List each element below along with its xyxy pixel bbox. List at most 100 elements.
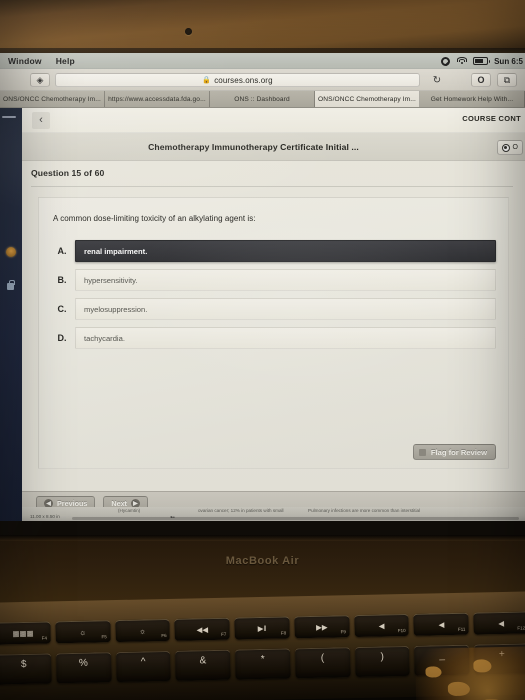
answer-option-c[interactable]: C. myelosuppression. — [49, 298, 496, 320]
laptop-screen: Window Help Sun 6:5 ◈ 🔒 courses.ons.org … — [0, 53, 525, 521]
answer-option-a-text: renal impairment. — [75, 240, 496, 262]
horizontal-scrollbar[interactable] — [72, 517, 519, 520]
browser-tab-4-active[interactable]: ONS/ONCC Chemotherapy Im... — [315, 91, 420, 107]
key-f12-label: F12 — [517, 625, 525, 631]
browser-tab-strip: ONS/ONCC Chemotherapy Im... https://www.… — [0, 91, 525, 108]
bg-text-fragment-3: Pulmonary infections are more common tha… — [308, 508, 421, 513]
lock-icon: 🔒 — [202, 77, 212, 84]
keyboard-number-row: $ % ^ & * ( ) _ + — [0, 643, 525, 685]
key-f12[interactable]: ◀ F12 — [473, 611, 525, 635]
flag-for-review-label: Flag for Review — [430, 447, 487, 457]
key-f4[interactable]: ▦▦▦ F4 — [0, 621, 51, 645]
volume-up-icon: ◀ — [498, 618, 505, 628]
browser-toolbar: ◈ 🔒 courses.ons.org ↻ O ⧉ — [0, 69, 525, 91]
laptop-photo: Window Help Sun 6:5 ◈ 🔒 courses.ons.org … — [0, 0, 525, 700]
laptop-hinge — [0, 535, 525, 541]
share-icon[interactable]: ⧉ — [497, 73, 517, 87]
laptop-bezel — [0, 0, 525, 53]
browser-tab-2[interactable]: https://www.accessdata.fda.go... — [105, 91, 210, 107]
radio-selected-icon — [501, 143, 510, 152]
toolbar-button-o[interactable]: O — [471, 73, 491, 87]
exam-options-pill[interactable]: O — [496, 140, 523, 155]
key-f6[interactable]: ☼ F6 — [114, 618, 171, 643]
fast-forward-icon: ▶▶ — [315, 622, 328, 632]
answer-options: A. renal impairment. B. hypersensitivity… — [49, 240, 496, 356]
answer-option-c-letter: C. — [57, 304, 67, 314]
quicktime-icon[interactable] — [441, 56, 451, 66]
browser-tab-3-label: ONS :: Dashboard — [234, 95, 290, 103]
course-content-label[interactable]: COURSE CONT — [462, 114, 521, 123]
key-f11-label: F11 — [457, 626, 466, 632]
key-paren-close[interactable]: ) — [354, 645, 411, 678]
key-f4-label: F4 — [41, 635, 48, 641]
wifi-icon[interactable] — [456, 56, 467, 66]
mute-icon: ◀ — [378, 621, 385, 631]
rewind-icon: ◀◀ — [196, 624, 209, 635]
key-dollar[interactable]: $ — [0, 653, 52, 685]
lms-sidebar — [0, 108, 22, 521]
key-percent[interactable]: % — [55, 652, 112, 684]
chevron-left-icon[interactable]: ‹ — [32, 111, 50, 129]
browser-tab-5[interactable]: Get Homework Help With... — [420, 91, 525, 107]
collapse-icon[interactable] — [2, 116, 16, 118]
key-f10[interactable]: ◀ F10 — [354, 613, 410, 638]
address-bar[interactable]: 🔒 courses.ons.org — [55, 73, 420, 87]
menu-item-help[interactable]: Help — [56, 56, 75, 66]
key-f8[interactable]: ▶‖ F8 — [234, 616, 290, 640]
answer-option-a[interactable]: A. renal impairment. — [49, 240, 496, 262]
answer-option-b[interactable]: B. hypersensitivity. — [49, 269, 496, 291]
exam-options-label: O — [512, 144, 518, 151]
keyboard: ▦▦▦ F4 ☼ F5 ☼ F6 ◀◀ F7 ▶‖ F8 ▶▶ F9 ◀ F10… — [0, 591, 525, 700]
answer-option-a-letter: A. — [57, 246, 67, 256]
launchpad-grid-icon: ▦▦▦ — [12, 628, 34, 638]
laptop-base: MacBook Air ▦▦▦ F4 ☼ F5 ☼ F6 ◀◀ F7 ▶‖ F8… — [0, 535, 525, 700]
answer-option-b-letter: B. — [57, 275, 67, 285]
camera-dot-icon — [185, 28, 192, 35]
question-counter: Question 15 of 60 — [31, 168, 105, 178]
bg-zoom-label: 11.00 x 8.50 in — [30, 514, 60, 519]
menubar-clock[interactable]: Sun 6:5 — [494, 57, 523, 66]
key-ampersand[interactable]: & — [175, 649, 231, 681]
key-f9-label: F9 — [340, 629, 346, 635]
browser-tab-1[interactable]: ONS/ONCC Chemotherapy Im... — [0, 91, 105, 107]
key-underscore[interactable]: _ — [414, 644, 470, 676]
browser-tab-4-label: ONS/ONCC Chemotherapy Im... — [318, 95, 416, 103]
reload-icon[interactable]: ↻ — [427, 73, 447, 87]
bg-text-fragment-1: (Hycamtin) — [118, 508, 141, 513]
sidebar-item-badge[interactable] — [5, 246, 16, 257]
key-f7-label: F7 — [221, 631, 227, 637]
key-f5[interactable]: ☼ F5 — [55, 620, 111, 644]
flag-icon — [418, 448, 426, 456]
question-area: Question 15 of 60 A common dose-limiting… — [22, 161, 525, 521]
bg-text-fragment-2: ovarian cancer; 12% in patients with sma… — [198, 508, 284, 513]
key-caret[interactable]: ^ — [115, 650, 172, 683]
mouse-cursor-icon: ➳ — [170, 515, 176, 521]
key-asterisk[interactable]: * — [235, 648, 291, 680]
question-card: A common dose-limiting toxicity of an al… — [38, 197, 509, 469]
lms-top-nav: ‹ COURSE CONT — [22, 108, 525, 133]
menu-item-window[interactable]: Window — [8, 56, 42, 66]
flag-for-review-button[interactable]: Flag for Review — [412, 444, 496, 460]
background-pdf-window[interactable]: (Hycamtin) ovarian cancer; 12% in patien… — [22, 507, 525, 521]
exam-title: Chemotherapy Immunotherapy Certificate I… — [148, 141, 359, 152]
question-stem: A common dose-limiting toxicity of an al… — [53, 214, 256, 223]
answer-option-d[interactable]: D. tachycardia. — [49, 327, 496, 349]
key-f7[interactable]: ◀◀ F7 — [174, 617, 230, 641]
answer-option-b-text: hypersensitivity. — [75, 269, 496, 291]
key-f5-label: F5 — [101, 634, 107, 640]
back-icon[interactable]: ◈ — [30, 73, 50, 87]
answer-option-c-text: myelosuppression. — [75, 298, 496, 320]
battery-icon[interactable] — [473, 57, 491, 65]
play-pause-icon: ▶‖ — [257, 623, 267, 633]
browser-tab-2-label: https://www.accessdata.fda.go... — [108, 95, 206, 103]
keyboard-brightness-up-icon: ☼ — [139, 626, 147, 636]
mac-menu-bar: Window Help Sun 6:5 — [0, 53, 525, 69]
key-f11[interactable]: ◀ F11 — [413, 612, 470, 636]
browser-tab-3[interactable]: ONS :: Dashboard — [210, 91, 315, 107]
key-f9[interactable]: ▶▶ F9 — [294, 615, 350, 639]
key-f6-label: F6 — [161, 633, 167, 639]
browser-tab-1-label: ONS/ONCC Chemotherapy Im... — [3, 95, 101, 103]
sidebar-item-locked[interactable] — [5, 280, 16, 292]
key-paren-open[interactable]: ( — [294, 647, 351, 679]
key-plus[interactable]: + — [474, 643, 525, 675]
